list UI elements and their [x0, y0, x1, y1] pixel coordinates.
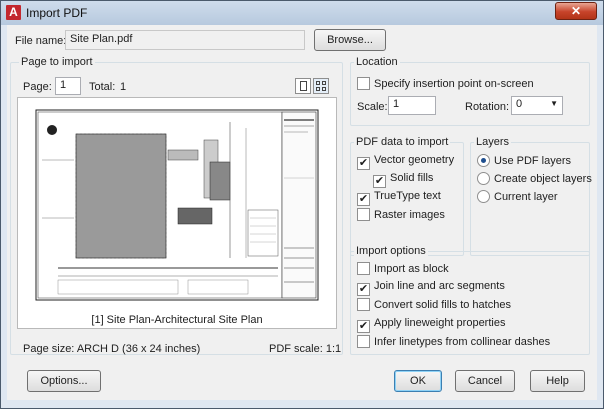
infer-linetypes-checkbox[interactable]: Infer linetypes from collinear dashes — [357, 335, 550, 348]
chevron-down-icon: ▼ — [550, 99, 558, 108]
radio-button — [477, 154, 490, 167]
apply-lineweight-label: Apply lineweight properties — [374, 317, 506, 329]
ok-button[interactable]: OK — [394, 370, 442, 392]
thumbnail-grid-view-icon[interactable] — [313, 78, 329, 94]
radio-button — [477, 172, 490, 185]
dialog-body: File name: Site Plan.pdf Browse... Page … — [7, 25, 597, 400]
current-layer-label: Current layer — [494, 191, 558, 203]
infer-linetypes-label: Infer linetypes from collinear dashes — [374, 336, 551, 348]
location-title: Location — [354, 56, 400, 68]
single-page-view-icon[interactable] — [295, 78, 311, 94]
page-to-import-title: Page to import — [19, 56, 95, 68]
current-layer-radio[interactable]: Current layer — [477, 190, 558, 203]
pdf-scale-label: PDF scale: 1:1 — [269, 343, 342, 355]
join-segments-label: Join line and arc segments — [374, 280, 505, 292]
vector-geometry-label: Vector geometry — [374, 154, 455, 166]
page-size-label: Page size: ARCH D (36 x 24 inches) — [23, 343, 201, 355]
checkbox-box — [357, 298, 370, 311]
join-segments-checkbox[interactable]: ✔ Join line and arc segments — [357, 280, 505, 296]
browse-button[interactable]: Browse... — [314, 29, 386, 51]
specify-insertion-label: Specify insertion point on-screen — [374, 78, 534, 90]
solid-fills-checkbox[interactable]: ✔ Solid fills — [373, 172, 433, 188]
scale-label: Scale: — [357, 101, 388, 113]
total-label: Total: — [89, 81, 116, 93]
raster-images-checkbox[interactable]: Raster images — [357, 208, 445, 221]
close-icon[interactable]: ✕ — [555, 2, 597, 20]
page-label: Page: — [23, 81, 52, 93]
rotation-value: 0 — [516, 98, 523, 110]
rotation-label: Rotation: — [465, 101, 510, 113]
apply-lineweight-checkbox[interactable]: ✔ Apply lineweight properties — [357, 317, 505, 333]
file-name-field: Site Plan.pdf — [65, 30, 305, 50]
import-as-block-label: Import as block — [374, 263, 449, 275]
checkbox-box: ✔ — [357, 193, 370, 206]
autocad-logo-icon: A — [6, 5, 21, 20]
cancel-button[interactable]: Cancel — [455, 370, 515, 392]
truetype-text-checkbox[interactable]: ✔ TrueType text — [357, 190, 441, 206]
checkbox-box: ✔ — [357, 283, 370, 296]
options-button[interactable]: Options... — [27, 370, 101, 392]
total-value: 1 — [120, 81, 127, 93]
use-pdf-layers-label: Use PDF layers — [494, 155, 572, 167]
preview-caption: [1] Site Plan-Architectural Site Plan — [91, 314, 263, 326]
title-bar[interactable]: A Import PDF ✕ — [1, 1, 603, 25]
checkbox-box — [357, 77, 370, 90]
truetype-text-label: TrueType text — [374, 190, 441, 202]
import-as-block-checkbox[interactable]: Import as block — [357, 262, 449, 275]
rotation-dropdown[interactable]: 0 ▼ — [511, 96, 563, 115]
site-plan-thumbnail — [35, 109, 319, 301]
convert-fills-label: Convert solid fills to hatches — [374, 299, 511, 311]
checkbox-box — [357, 335, 370, 348]
create-object-layers-radio[interactable]: Create object layers — [477, 172, 592, 185]
help-button[interactable]: Help — [530, 370, 585, 392]
specify-insertion-checkbox[interactable]: Specify insertion point on-screen — [357, 77, 534, 90]
checkbox-box: ✔ — [357, 320, 370, 333]
raster-images-label: Raster images — [374, 209, 445, 221]
page-number-input[interactable]: 1 — [55, 77, 81, 95]
checkbox-box — [357, 208, 370, 221]
use-pdf-layers-radio[interactable]: Use PDF layers — [477, 154, 571, 167]
page-preview: [1] Site Plan-Architectural Site Plan — [17, 97, 337, 329]
checkbox-box — [357, 262, 370, 275]
file-name-label: File name: — [15, 35, 67, 47]
create-object-layers-label: Create object layers — [494, 173, 592, 185]
radio-button — [477, 190, 490, 203]
scale-input[interactable]: 1 — [388, 96, 436, 115]
checkbox-box: ✔ — [373, 175, 386, 188]
pdf-data-title: PDF data to import — [354, 136, 451, 148]
vector-geometry-checkbox[interactable]: ✔ Vector geometry — [357, 154, 454, 170]
layers-title: Layers — [474, 136, 512, 148]
dialog-title: Import PDF — [26, 6, 88, 20]
solid-fills-label: Solid fills — [390, 172, 434, 184]
location-group — [350, 62, 590, 126]
convert-fills-checkbox[interactable]: Convert solid fills to hatches — [357, 298, 511, 311]
import-options-title: Import options — [354, 245, 428, 257]
import-pdf-dialog: A Import PDF ✕ File name: Site Plan.pdf … — [0, 0, 604, 409]
checkbox-box: ✔ — [357, 157, 370, 170]
